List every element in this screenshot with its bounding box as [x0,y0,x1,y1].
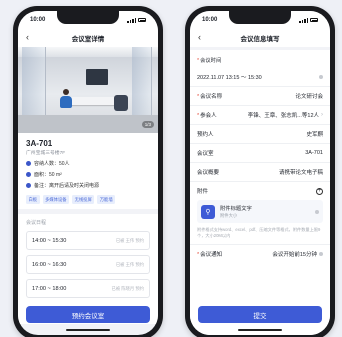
slot-booker: 已被 王伟 预约 [115,237,144,243]
schedule-slot[interactable]: 17:00 ~ 18:00 已被 陈晓月 预约 [26,279,150,298]
phone-meeting-form: 10:00 ‹ 会议信息填写 *会议时间 2022.11.07 13:15 ～ … [185,6,335,337]
status-icons [127,17,146,23]
booker-label: 预约人 [197,132,214,138]
photo-counter: 1/3 [141,121,154,128]
room-info: 3A-701 广州宝城三号楼7F 容纳人数：50人 面积：50 m² 备注：离开… [18,133,158,209]
room-field[interactable]: 会议室 3A-701 [190,143,330,162]
chevron-right-icon: › [321,112,323,118]
room-detail-screen: 10:00 ‹ 会议室详情 1/3 3A-701 广州宝城三号楼7F 容纳人数：… [18,11,158,335]
notify-label: 会议通知 [200,252,223,258]
participants-field[interactable]: *参会人 李锋、王章、张志凯...等12人 › [190,105,330,124]
meeting-time-label-text: 会议时间 [200,58,222,64]
capacity-attr: 容纳人数：50人 [26,160,150,167]
back-icon[interactable]: ‹ [26,33,29,42]
tag: 白板 [26,195,40,204]
slot-time: 17:00 ~ 18:00 [32,285,67,292]
signal-icon [127,17,136,23]
signal-icon [299,17,308,23]
room-label: 会议室 [197,151,214,157]
nav-bar: ‹ 会议室详情 [18,29,158,47]
summary-value: 请携带论文电子稿 [278,170,323,176]
slot-time: 14:00 ~ 15:30 [32,237,67,244]
meeting-form-screen: 10:00 ‹ 会议信息填写 *会议时间 2022.11.07 13:15 ～ … [190,11,330,335]
room-photo[interactable]: 1/3 [18,47,158,133]
room-value: 3A-701 [305,150,323,156]
meeting-time-value: 2022.11.07 13:15 ～ 15:30 [197,74,262,81]
home-indicator [66,329,110,331]
clear-icon[interactable] [319,74,323,79]
meeting-time-label: *会议时间 [190,50,330,67]
booker-value: 史军麒 [306,132,323,138]
link-icon: ⚲ [201,204,215,219]
slot-booker: 已被 王伟 预约 [115,261,144,267]
note-attr: 备注：离开后请及时关闭电源 [26,182,150,189]
room-name: 3A-701 [26,139,53,148]
meeting-name-value: 论文研讨会 [295,94,323,100]
info-icon [26,183,31,188]
tag: 多媒体设备 [42,195,70,204]
meeting-time-field[interactable]: 2022.11.07 13:15 ～ 15:30 [190,67,330,86]
submit-button[interactable]: 提交 [198,306,322,323]
notify-value: 会议开始前15分钟 [272,252,317,258]
battery-icon [138,18,146,22]
capacity-label: 容纳人数：50人 [34,161,70,167]
room-location: 广州宝城三号楼7F [26,151,66,156]
meeting-form: *会议时间 2022.11.07 13:15 ～ 15:30 * 会议名称 论文研讨… [190,50,330,335]
area-attr: 面积：50 m² [26,171,150,178]
required-mark: * [197,58,200,64]
add-attachment-icon[interactable]: + [316,187,323,195]
slot-booker: 已被 陈晓月 预约 [111,285,144,291]
facility-tags: 白板 多媒体设备 无线投屏 万能墙 [26,195,150,204]
attachment-size: 附件大小 [220,213,238,218]
participants-value: 李锋、王章、张志凯...等12人 [247,113,319,119]
summary-field[interactable]: 会议概要 请携带论文电子稿 [190,162,330,181]
meeting-name-field[interactable]: *会议名称 论文研讨会 [190,86,330,105]
attachment-title: 附件标题文字 [220,206,252,212]
phone-notch [57,11,119,24]
slot-time: 16:00 ~ 16:30 [32,261,67,268]
attachment-label: 附件 [197,189,209,195]
page-title: 会议信息填写 [240,36,280,43]
schedule-title: 会议日程 [26,220,47,226]
status-time: 10:00 [202,17,218,23]
note-label: 备注：离开后请及时关闭电源 [34,183,100,189]
area-label: 面积：50 m² [34,172,62,178]
status-time: 10:00 [30,17,46,23]
booker-field[interactable]: 预约人 史军麒 [190,124,330,143]
attachment-hint: 附件格式支持word、excel、pdf、压缩文件等格式，附件数量上限9个，大小… [190,223,330,244]
notify-field[interactable]: *会议通知 会议开始前15分钟 [190,244,330,263]
attachment-header: 附件 + [190,181,330,200]
phone-notch [229,11,291,24]
status-icons [299,17,318,23]
schedule-slot[interactable]: 14:00 ~ 15:30 已被 王伟 预约 [26,231,150,250]
page-title: 会议室详情 [71,36,105,43]
attachment-item[interactable]: ⚲ 附件标题文字 附件大小 [197,200,323,223]
battery-icon [310,18,318,22]
tag: 万能墙 [97,195,116,204]
participants-label: 参会人 [200,113,217,119]
clock-icon [319,252,323,256]
schedule-slot[interactable]: 16:00 ~ 16:30 已被 王伟 预约 [26,255,150,274]
meeting-name-label: 会议名称 [200,94,223,100]
nav-bar: ‹ 会议信息填写 [190,29,330,47]
book-room-button[interactable]: 预约会议室 [26,306,150,323]
home-indicator [238,329,282,331]
summary-label: 会议概要 [197,170,220,176]
area-icon [26,172,31,177]
people-icon [26,161,31,166]
tag: 无线投屏 [72,195,95,204]
phone-room-detail: 10:00 ‹ 会议室详情 1/3 3A-701 广州宝城三号楼7F 容纳人数：… [13,6,163,337]
back-icon[interactable]: ‹ [198,33,201,42]
remove-attachment-icon[interactable] [315,209,319,214]
